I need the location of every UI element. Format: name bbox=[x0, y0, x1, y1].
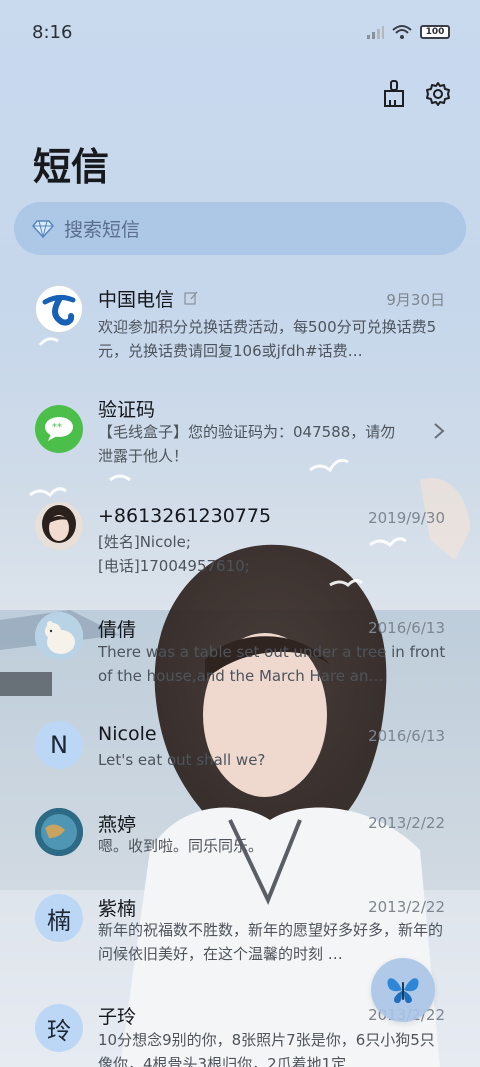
chat-bubble-icon: ** bbox=[45, 417, 73, 441]
conversation-preview: 10分想念9别的你，8张照片7张是你，6只小狗5只像你，4根骨头3根归你，2爪着… bbox=[98, 1031, 435, 1067]
polar-bear-icon bbox=[35, 612, 83, 660]
conversation-row[interactable]: N Nicole 2016/6/13 Let's eat out shall w… bbox=[0, 720, 480, 820]
person-photo-icon bbox=[35, 502, 83, 550]
conversation-date: 2016/6/13 bbox=[368, 619, 445, 637]
conversation-preview: There was a table set out under a tree i… bbox=[98, 643, 446, 685]
conversation-preview: 【毛线盒子】您的验证码为：047588，请勿泄露于他人！ bbox=[98, 423, 396, 465]
butterfly-icon bbox=[387, 978, 419, 1004]
conversation-row[interactable]: 中国电信 9月30日 欢迎参加积分兑换话费活动，每500分可兑换话费5元，兑换话… bbox=[0, 280, 480, 380]
china-telecom-avatar bbox=[35, 285, 83, 333]
battery-icon: 100 bbox=[420, 25, 450, 39]
conversation-name: 燕婷 bbox=[98, 814, 137, 836]
letter-avatar: N bbox=[35, 721, 83, 769]
conversation-name: 紫楠 bbox=[98, 898, 137, 920]
conversation-preview: [姓名]Nicole; [电话]17004957610; bbox=[98, 530, 448, 578]
clean-button[interactable] bbox=[380, 80, 408, 108]
wifi-icon bbox=[392, 25, 412, 39]
photo-avatar bbox=[35, 808, 83, 856]
search-input[interactable]: 搜索短信 bbox=[64, 215, 140, 242]
letter-avatar: 玲 bbox=[35, 1004, 83, 1052]
status-time: 8:16 bbox=[32, 22, 73, 43]
conversation-row[interactable]: 倩倩 2016/6/13 There was a table set out u… bbox=[0, 610, 480, 710]
status-icons: 100 bbox=[366, 24, 450, 40]
conversation-date: 2019/9/30 bbox=[368, 509, 445, 527]
conversation-date: 2013/2/22 bbox=[368, 898, 445, 916]
diamond-icon bbox=[32, 219, 54, 238]
conversation-name: Nicole bbox=[98, 723, 157, 745]
earth-photo-icon bbox=[35, 808, 83, 856]
conversation-name: 子玲 bbox=[98, 1006, 137, 1028]
conversation-name: 中国电信 bbox=[98, 289, 175, 311]
preview-line: [姓名]Nicole; bbox=[98, 533, 191, 551]
conversation-row[interactable]: 燕婷 2013/2/22 嗯。收到啦。同乐同乐。 bbox=[0, 806, 480, 906]
broom-icon bbox=[384, 80, 404, 107]
conversation-date: 9月30日 bbox=[386, 291, 445, 309]
conversation-preview: 欢迎参加积分兑换话费活动，每500分可兑换话费5元，兑换话费请回复106或jfd… bbox=[98, 318, 437, 360]
search-bar[interactable]: 搜索短信 bbox=[14, 202, 466, 255]
conversation-name: 验证码 bbox=[98, 399, 156, 421]
conversation-name: +8613261230775 bbox=[98, 505, 272, 527]
edit-note-icon bbox=[184, 291, 198, 305]
settings-button[interactable] bbox=[424, 80, 452, 108]
svg-text:**: ** bbox=[52, 422, 62, 433]
conversation-row[interactable]: ** 验证码 【毛线盒子】您的验证码为：047588，请勿泄露于他人！ bbox=[0, 390, 480, 490]
china-telecom-logo-icon bbox=[37, 287, 81, 331]
message-avatar: ** bbox=[35, 405, 83, 453]
conversation-preview: 嗯。收到啦。同乐同乐。 bbox=[98, 837, 264, 855]
gear-icon bbox=[426, 82, 450, 106]
theme-fab-button[interactable] bbox=[371, 958, 435, 1022]
signal-icon bbox=[367, 26, 384, 39]
preview-line: [电话]17004957610; bbox=[98, 557, 250, 575]
conversation-row[interactable]: +8613261230775 2019/9/30 [姓名]Nicole; [电话… bbox=[0, 500, 480, 600]
conversation-date: 2016/6/13 bbox=[368, 727, 445, 745]
conversation-date: 2013/2/22 bbox=[368, 814, 445, 832]
conversation-name: 倩倩 bbox=[98, 619, 137, 641]
top-actions bbox=[380, 80, 452, 108]
chevron-right-icon[interactable] bbox=[433, 422, 445, 440]
letter-avatar: 楠 bbox=[35, 894, 83, 942]
polar-bear-avatar bbox=[35, 612, 83, 660]
contact-photo-avatar bbox=[35, 502, 83, 550]
status-bar: 8:16 100 bbox=[0, 0, 480, 66]
page-title: 短信 bbox=[33, 145, 110, 189]
conversation-preview: Let's eat out shall we? bbox=[98, 751, 266, 769]
